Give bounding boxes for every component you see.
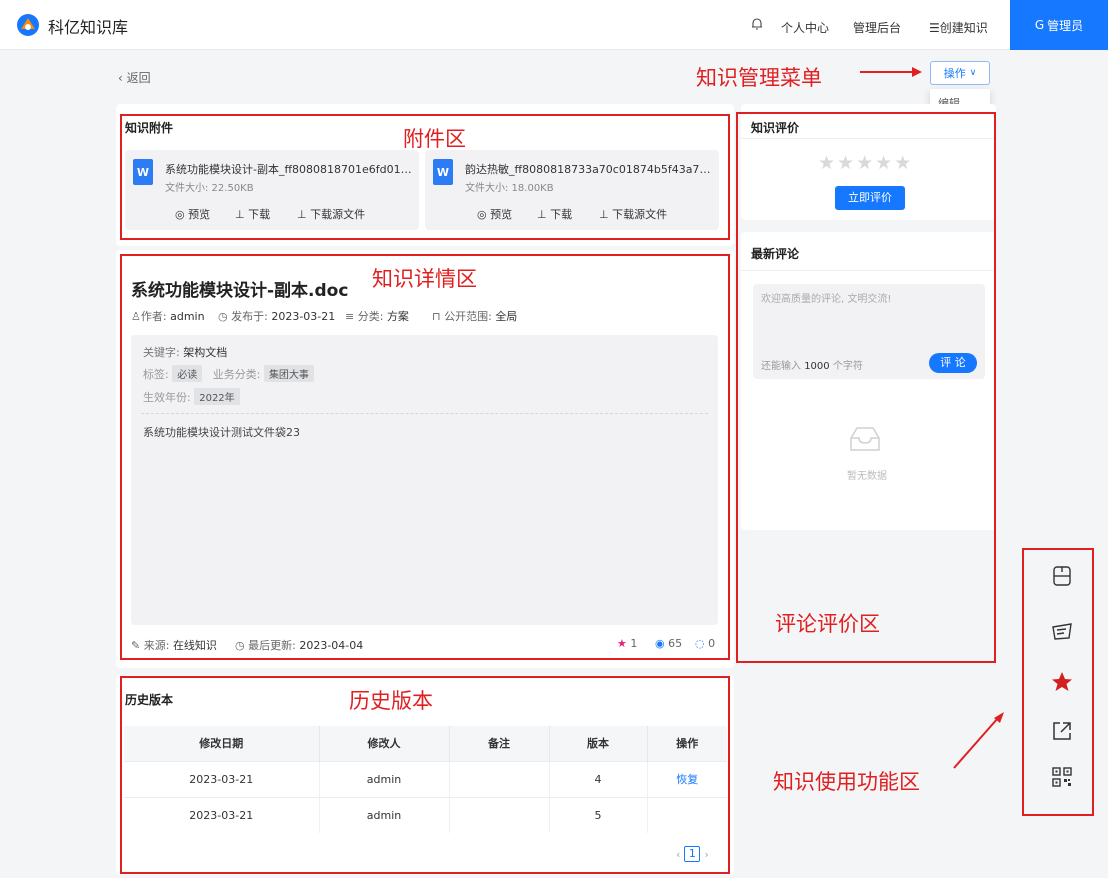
annotation-detail: 知识详情区 bbox=[372, 267, 477, 291]
operations-dropdown[interactable]: 操作 ∨ bbox=[930, 61, 990, 85]
annotation-attach: 附件区 bbox=[403, 127, 466, 151]
nav-create-knowledge[interactable]: ☰创建知识 bbox=[929, 19, 988, 36]
scan-icon[interactable] bbox=[1049, 563, 1075, 589]
nav-admin-panel[interactable]: 管理后台 bbox=[853, 19, 901, 36]
user-icon: G bbox=[1034, 18, 1045, 32]
back-link[interactable]: ‹ 返回 bbox=[118, 69, 151, 86]
app-name: 科亿知识库 bbox=[48, 18, 129, 37]
mail-share-icon[interactable] bbox=[1049, 619, 1075, 645]
nav-personal-center[interactable]: 个人中心 bbox=[781, 19, 829, 36]
external-link-icon[interactable] bbox=[1049, 718, 1075, 744]
annotation-functions: 知识使用功能区 bbox=[773, 770, 920, 794]
annotation-arrow bbox=[953, 712, 1004, 769]
bell-icon[interactable] bbox=[750, 17, 764, 31]
annotation-review: 评论评价区 bbox=[775, 612, 880, 636]
top-bar: 科亿知识库 个人中心 管理后台 ☰创建知识 G 管理员 bbox=[0, 0, 1108, 50]
chevron-down-icon: ∨ bbox=[969, 68, 977, 78]
user-menu-button[interactable]: G 管理员 bbox=[1010, 0, 1108, 50]
chevron-left-icon: ‹ bbox=[118, 71, 127, 85]
annotation-menu: 知识管理菜单 bbox=[696, 66, 822, 90]
favorite-star-icon[interactable] bbox=[1049, 669, 1075, 695]
annotation-box bbox=[736, 112, 996, 663]
app-logo-icon bbox=[17, 14, 39, 36]
qr-code-icon[interactable] bbox=[1049, 764, 1075, 790]
annotation-arrow bbox=[860, 67, 922, 77]
menu-icon: ☰ bbox=[929, 21, 940, 35]
annotation-box bbox=[120, 254, 730, 660]
annotation-history: 历史版本 bbox=[349, 689, 433, 713]
